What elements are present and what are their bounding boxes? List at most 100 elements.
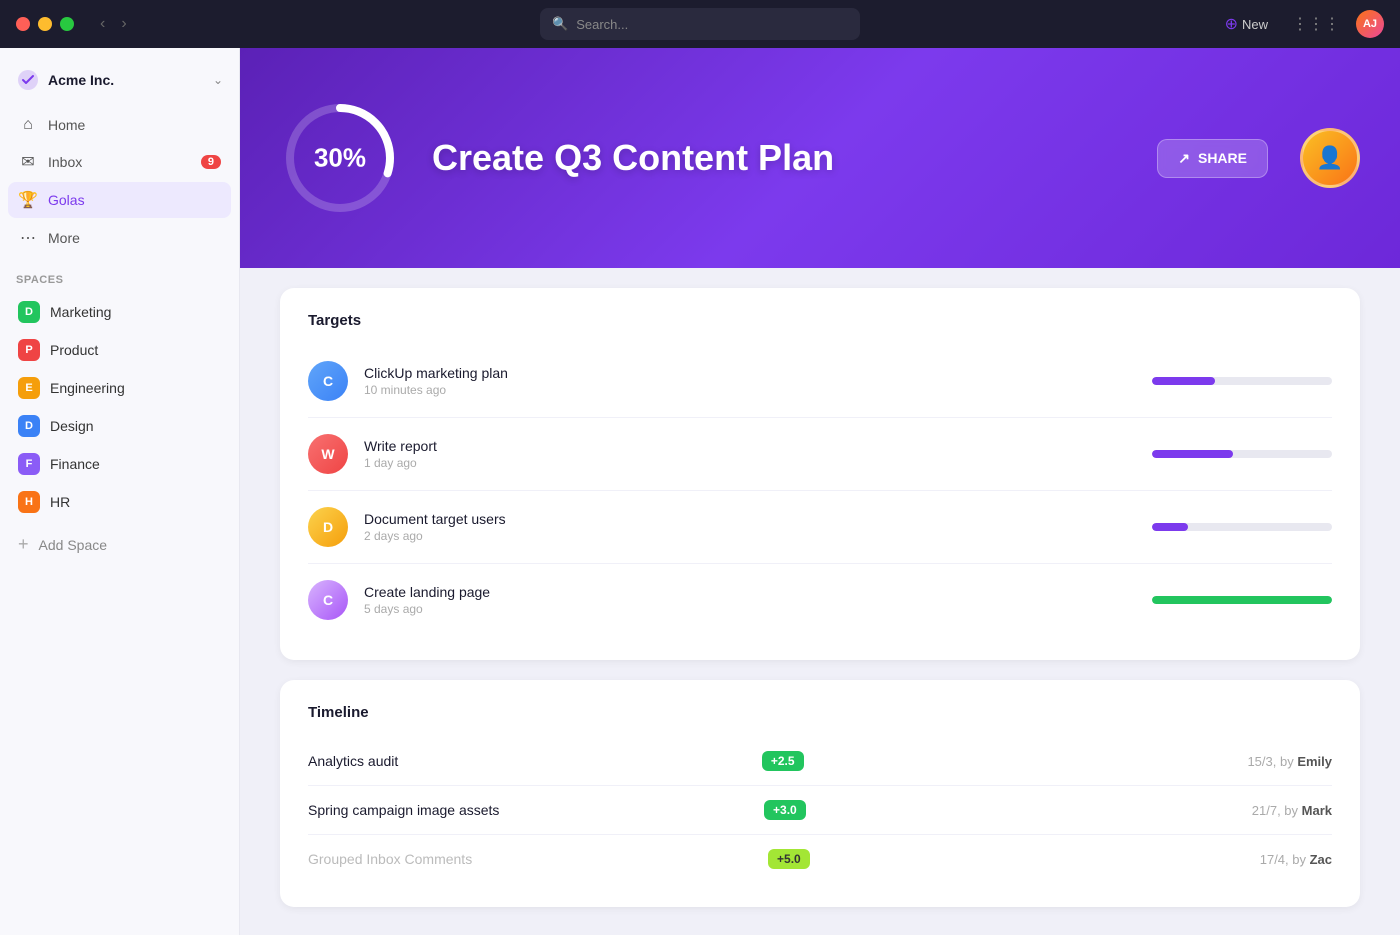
hr-space-icon: H xyxy=(18,491,40,513)
timeline-item-1: Analytics audit +2.5 15/3, by Emily xyxy=(308,737,1332,786)
target-time-4: 5 days ago xyxy=(364,602,1136,616)
share-button[interactable]: ↗ SHARE xyxy=(1157,139,1268,178)
design-space-icon: D xyxy=(18,415,40,437)
search-icon: 🔍 xyxy=(552,16,568,32)
add-space-label: Add Space xyxy=(39,537,108,553)
target-info-2: Write report 1 day ago xyxy=(364,438,1136,470)
add-space-plus-icon: + xyxy=(18,534,29,555)
timeline-badge-1: +2.5 xyxy=(762,751,804,771)
sidebar-item-home-label: Home xyxy=(48,117,221,133)
target-name-4: Create landing page xyxy=(364,584,1136,600)
sidebar-item-inbox[interactable]: ✉ Inbox 9 xyxy=(8,144,231,180)
traffic-light-green[interactable] xyxy=(60,17,74,31)
sidebar-item-goals-label: Golas xyxy=(48,192,221,208)
back-arrow[interactable]: ‹ xyxy=(94,13,111,35)
workspace-header[interactable]: Acme Inc. ⌄ xyxy=(0,60,239,108)
targets-card: Targets C ClickUp marketing plan 10 minu… xyxy=(280,288,1360,660)
traffic-light-yellow[interactable] xyxy=(38,17,52,31)
finance-label: Finance xyxy=(50,456,100,472)
hero-avatar: 👤 xyxy=(1300,128,1360,188)
target-info-4: Create landing page 5 days ago xyxy=(364,584,1136,616)
search-bar[interactable]: 🔍 Search... xyxy=(540,8,860,40)
inbox-icon: ✉ xyxy=(18,152,38,172)
target-info-3: Document target users 2 days ago xyxy=(364,511,1136,543)
marketing-space-icon: D xyxy=(18,301,40,323)
sidebar-item-more-label: More xyxy=(48,230,221,246)
target-avatar-3: D xyxy=(308,507,348,547)
target-progress-fill-1 xyxy=(1152,377,1215,385)
content-area: 30% Create Q3 Content Plan ↗ SHARE 👤 Tar… xyxy=(240,48,1400,935)
sidebar-item-inbox-label: Inbox xyxy=(48,154,191,170)
nav-arrows: ‹ › xyxy=(94,13,133,35)
finance-space-icon: F xyxy=(18,453,40,475)
timeline-title: Timeline xyxy=(308,704,1332,721)
home-icon: ⌂ xyxy=(18,116,38,134)
target-progress-fill-3 xyxy=(1152,523,1188,531)
target-avatar-4: C xyxy=(308,580,348,620)
target-item-1: C ClickUp marketing plan 10 minutes ago xyxy=(308,345,1332,418)
progress-circle: 30% xyxy=(280,98,400,218)
target-item-2: W Write report 1 day ago xyxy=(308,418,1332,491)
sidebar-item-marketing[interactable]: D Marketing xyxy=(8,294,231,330)
main-layout: Acme Inc. ⌄ ⌂ Home ✉ Inbox 9 🏆 Golas ⋯ M… xyxy=(0,48,1400,935)
target-time-1: 10 minutes ago xyxy=(364,383,1136,397)
timeline-card: Timeline Analytics audit +2.5 15/3, by E… xyxy=(280,680,1360,907)
target-progress-fill-2 xyxy=(1152,450,1233,458)
timeline-badge-3: +5.0 xyxy=(768,849,810,869)
sidebar: Acme Inc. ⌄ ⌂ Home ✉ Inbox 9 🏆 Golas ⋯ M… xyxy=(0,48,240,935)
traffic-light-red[interactable] xyxy=(16,17,30,31)
new-plus-icon: ⊕ xyxy=(1225,14,1238,34)
sidebar-item-home[interactable]: ⌂ Home xyxy=(8,108,231,142)
progress-percent: 30% xyxy=(314,143,366,174)
sidebar-item-more[interactable]: ⋯ More xyxy=(8,220,231,256)
more-icon: ⋯ xyxy=(18,228,38,248)
design-label: Design xyxy=(50,418,94,434)
target-progress-fill-4 xyxy=(1152,596,1332,604)
target-progress-4 xyxy=(1152,596,1332,604)
engineering-label: Engineering xyxy=(50,380,125,396)
workspace-name: Acme Inc. xyxy=(48,72,114,88)
timeline-name-2: Spring campaign image assets xyxy=(308,802,754,818)
timeline-badge-2: +3.0 xyxy=(764,800,806,820)
timeline-name-3: Grouped Inbox Comments xyxy=(308,851,758,867)
sidebar-item-product[interactable]: P Product xyxy=(8,332,231,368)
sidebar-item-design[interactable]: D Design xyxy=(8,408,231,444)
sidebar-item-goals[interactable]: 🏆 Golas xyxy=(8,182,231,218)
hero-title: Create Q3 Content Plan xyxy=(432,137,1125,179)
search-placeholder: Search... xyxy=(576,17,628,32)
grid-icon[interactable]: ⋮⋮⋮ xyxy=(1292,14,1340,34)
target-item-4: C Create landing page 5 days ago xyxy=(308,564,1332,636)
sidebar-item-engineering[interactable]: E Engineering xyxy=(8,370,231,406)
timeline-right-2: 21/7, by Mark xyxy=(1252,803,1332,818)
user-initials: AJ xyxy=(1363,18,1377,30)
new-button[interactable]: ⊕ New xyxy=(1217,10,1276,38)
targets-title: Targets xyxy=(308,312,1332,329)
traffic-lights xyxy=(16,17,74,31)
target-progress-1 xyxy=(1152,377,1332,385)
spaces-header: Spaces xyxy=(0,258,239,294)
timeline-name-1: Analytics audit xyxy=(308,753,752,769)
hero-banner: 30% Create Q3 Content Plan ↗ SHARE 👤 xyxy=(240,48,1400,268)
add-space-button[interactable]: + Add Space xyxy=(8,526,231,563)
forward-arrow[interactable]: › xyxy=(115,13,132,35)
target-progress-2 xyxy=(1152,450,1332,458)
product-label: Product xyxy=(50,342,98,358)
workspace-logo-icon xyxy=(16,68,40,92)
cards-area: Targets C ClickUp marketing plan 10 minu… xyxy=(240,268,1400,927)
sidebar-item-finance[interactable]: F Finance xyxy=(8,446,231,482)
inbox-badge: 9 xyxy=(201,155,221,169)
share-label: SHARE xyxy=(1198,150,1247,166)
user-avatar[interactable]: AJ xyxy=(1356,10,1384,38)
sidebar-item-hr[interactable]: H HR xyxy=(8,484,231,520)
timeline-right-3: 17/4, by Zac xyxy=(1260,852,1332,867)
target-progress-3 xyxy=(1152,523,1332,531)
timeline-right-1: 15/3, by Emily xyxy=(1247,754,1332,769)
target-time-3: 2 days ago xyxy=(364,529,1136,543)
target-name-3: Document target users xyxy=(364,511,1136,527)
share-icon: ↗ xyxy=(1178,150,1190,167)
hr-label: HR xyxy=(50,494,70,510)
goals-icon: 🏆 xyxy=(18,190,38,210)
target-time-2: 1 day ago xyxy=(364,456,1136,470)
new-label: New xyxy=(1242,17,1268,32)
titlebar-right: ⊕ New ⋮⋮⋮ AJ xyxy=(1217,10,1384,38)
